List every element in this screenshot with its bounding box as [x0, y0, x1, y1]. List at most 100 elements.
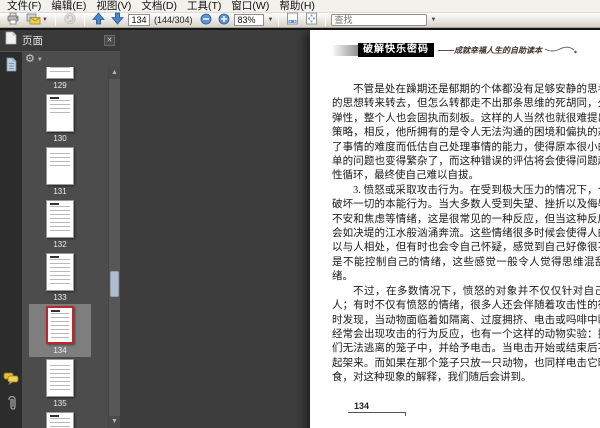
thumbnail-scroll-content: 129 130 131 132 133 134 135: [22, 67, 98, 428]
arrow-up-icon: [92, 12, 105, 28]
thumbnail-text-lines: [50, 206, 70, 233]
book-title-badge: 破解快乐密码: [358, 43, 434, 57]
thumbnail-page-image: [46, 253, 74, 291]
search-input[interactable]: [331, 14, 428, 26]
toolbar-separator: [278, 14, 280, 26]
scrollbar-thumb[interactable]: [110, 271, 119, 298]
page-thumbnail[interactable]: 132: [29, 198, 91, 251]
previous-view-icon: [63, 12, 77, 28]
work-area: 页面 ✕ ⚙ ▼ 129 130 131 132 133 134 135 ▲ ▼…: [0, 30, 600, 428]
menu-edit[interactable]: 编辑(E): [46, 0, 91, 12]
search-dropdown-caret-icon[interactable]: ▼: [430, 17, 436, 23]
email-button[interactable]: ▼: [24, 13, 50, 27]
page-thumbnail[interactable]: 135: [29, 357, 91, 410]
toolbar-separator: [325, 14, 327, 26]
printer-icon: [6, 12, 20, 28]
thumbnail-page-label: 130: [53, 134, 67, 143]
toolbar-separator: [83, 14, 85, 26]
comments-tab[interactable]: [3, 372, 19, 388]
zoom-out-button[interactable]: [198, 13, 214, 27]
comments-icon: [3, 372, 19, 388]
page-thumbnail[interactable]: 133: [29, 251, 91, 304]
next-page-button[interactable]: [109, 12, 126, 28]
thumbnail-page-label: 135: [53, 399, 67, 408]
zoom-in-icon: [218, 13, 230, 28]
zoom-level-input[interactable]: [234, 14, 265, 26]
thumbnail-list: 129 130 131 132 133 134 135: [22, 67, 108, 428]
page-thumbnail[interactable]: 131: [29, 145, 91, 198]
print-button[interactable]: [4, 12, 22, 28]
pages-thumbnails-icon: [4, 57, 18, 76]
scroll-down-arrow[interactable]: ▼: [109, 416, 120, 428]
email-icon: [26, 13, 41, 28]
running-head-gradient: [332, 44, 358, 56]
thumbnail-page-image: [46, 67, 74, 79]
thumbnail-text-lines: [50, 365, 70, 392]
thumbnail-page-label: 131: [53, 187, 67, 196]
toolbar-separator: [54, 14, 56, 26]
zoom-in-button[interactable]: [216, 13, 232, 27]
thumbnail-options-row: ⚙ ▼: [22, 52, 120, 67]
menu-file[interactable]: 文件(F): [2, 0, 46, 12]
thumbnail-text-lines: [50, 418, 70, 428]
fit-page-button[interactable]: [303, 12, 320, 27]
scroll-up-arrow[interactable]: ▲: [109, 67, 120, 79]
panel-tab-strip: [0, 52, 22, 428]
menu-tools[interactable]: 工具(T): [182, 0, 226, 12]
thumbnail-scrollbar: ▲ ▼: [108, 67, 120, 428]
page-number-rule: [348, 412, 406, 416]
thumbnail-page-image: [46, 412, 74, 428]
paragraph: 不管是处在躁期还是郁期的个体都没有足够安静的思考空间，这就使得他们的思想转来转去…: [332, 84, 600, 182]
thumbnail-page-image: [46, 359, 74, 397]
thumbnail-text-lines: [50, 67, 70, 74]
page-number-input[interactable]: [127, 14, 150, 26]
page-running-head: 破解快乐密码 ——成就幸福人生的自助读本: [332, 43, 600, 57]
thumbnail-page-label: 129: [53, 81, 67, 90]
subtitle-flourish: [544, 41, 578, 59]
menu-document[interactable]: 文档(D): [136, 0, 182, 12]
pdf-reader-window: 文件(F) 编辑(E) 视图(V) 文档(D) 工具(T) 窗口(W) 帮助(H…: [0, 0, 600, 428]
paragraph: 不过，在多数情况下，愤怒的对象并不仅仅针对自己，也常常包括了其他人；有时不仅有愤…: [332, 285, 600, 384]
document-view[interactable]: 破解快乐密码 ——成就幸福人生的自助读本 不管是处在躁期还是郁期的个体都没有足够…: [120, 30, 600, 428]
menu-help[interactable]: 帮助(H): [274, 0, 320, 12]
page-body-text: 不管是处在躁期还是郁期的个体都没有足够安静的思考空间，这就使得他们的思想转来转去…: [332, 83, 600, 386]
scrollbar-track[interactable]: [109, 79, 120, 416]
close-panel-button[interactable]: ✕: [104, 35, 115, 46]
options-caret-icon: ▼: [36, 56, 43, 63]
arrow-down-icon: [111, 12, 124, 28]
page-thumbnail[interactable]: [29, 410, 91, 428]
thumbnail-text-lines: [51, 313, 69, 338]
fit-width-icon: [286, 12, 299, 28]
email-dropdown-caret-icon: ▼: [42, 17, 48, 23]
book-subtitle: ——成就幸福人生的自助读本: [438, 45, 542, 55]
navigation-pane: 页面 ✕ ⚙ ▼ 129 130 131 132 133 134 135 ▲ ▼: [0, 30, 120, 428]
pages-tab[interactable]: [4, 57, 18, 76]
thumbnail-page-image: [46, 147, 74, 185]
thumbnail-page-image: [46, 94, 74, 132]
menu-bar: 文件(F) 编辑(E) 视图(V) 文档(D) 工具(T) 窗口(W) 帮助(H…: [0, 0, 600, 13]
page-thumbnail-selected[interactable]: 134: [29, 304, 91, 357]
page-doc-icon: [5, 31, 17, 50]
thumbnail-page-image: [46, 200, 74, 238]
pages-panel-header: 页面 ✕: [0, 30, 120, 52]
thumbnail-page-label: 134: [53, 346, 67, 355]
fit-width-button[interactable]: [284, 12, 301, 28]
thumbnails-panel: ⚙ ▼ 129 130 131 132 133 134 135 ▲ ▼: [22, 52, 120, 428]
previous-view-button[interactable]: [61, 12, 79, 28]
thumbnail-text-lines: [50, 259, 70, 286]
attachments-tab[interactable]: [5, 395, 18, 414]
paragraph: 3. 愤怒或采取攻击行为。在受到极大压力的情况下，个人往往会表现出一种破坏一切的…: [332, 184, 600, 283]
options-gear-icon[interactable]: ⚙: [25, 54, 35, 65]
menu-view[interactable]: 视图(V): [91, 0, 136, 12]
previous-page-button[interactable]: [90, 12, 107, 28]
thumbnail-page-label: 133: [53, 293, 67, 302]
page-thumbnail[interactable]: 129: [29, 67, 91, 92]
toolbar: ▼ 134 (144/304) 83% ▼ 查找 ▼: [0, 12, 600, 28]
page-count-label: (144/304): [153, 15, 193, 25]
zoom-dropdown-caret-icon[interactable]: ▼: [267, 17, 273, 23]
paperclip-icon: [5, 395, 18, 414]
page-thumbnail[interactable]: 130: [29, 92, 91, 145]
pages-panel-body: ⚙ ▼ 129 130 131 132 133 134 135 ▲ ▼: [0, 52, 120, 428]
thumbnail-text-lines: [50, 100, 70, 115]
menu-window[interactable]: 窗口(W): [226, 0, 274, 12]
